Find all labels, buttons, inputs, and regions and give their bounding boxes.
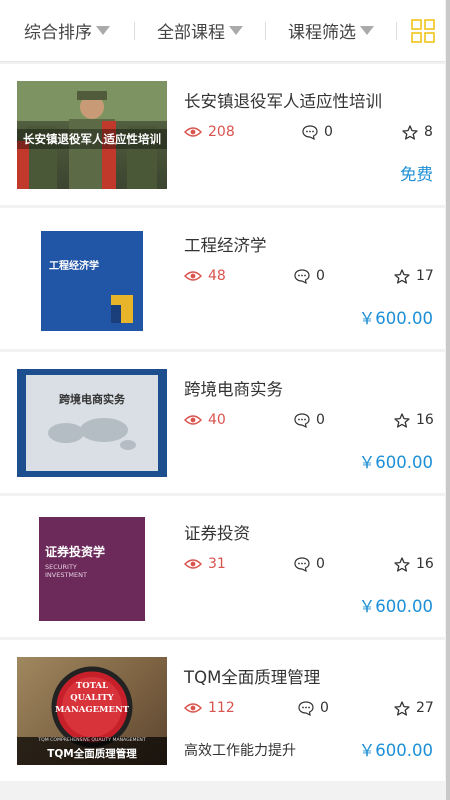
- book-cover: 证券投资学 SECURITY INVESTMENT: [39, 517, 145, 621]
- eye-icon: [184, 415, 202, 425]
- view-count-value: 31: [208, 556, 226, 572]
- eye-icon: [184, 127, 202, 137]
- star-icon: [394, 268, 410, 284]
- comment-count: 0: [298, 700, 329, 716]
- course-thumbnail: 跨境电商实务: [17, 369, 167, 477]
- course-card[interactable]: 长安镇退役军人适应性培训 长安镇退役军人适应性培训 208 0 8 免费: [0, 64, 445, 205]
- world-map-graphic: [48, 418, 136, 450]
- course-price: ￥600.00: [358, 309, 433, 328]
- course-thumbnail: 长安镇退役军人适应性培训: [17, 81, 167, 189]
- book-cover-title: 证券投资学: [45, 545, 106, 559]
- course-title: 证券投资: [184, 524, 250, 543]
- scrollbar-thumb[interactable]: [446, 0, 450, 800]
- course-subtitle: 高效工作能力提升: [184, 743, 296, 759]
- thumb-text-total: TOTAL: [75, 681, 109, 691]
- view-count: 208: [184, 124, 235, 140]
- thumbnail-caption: 长安镇退役军人适应性培训: [23, 132, 161, 146]
- chevron-down-icon: [360, 26, 374, 35]
- chevron-down-icon: [229, 26, 243, 35]
- scrollbar[interactable]: [446, 0, 450, 800]
- star-icon: [394, 412, 410, 428]
- comment-icon: [294, 412, 310, 428]
- course-filter-label: 课程筛选: [288, 23, 356, 43]
- course-card[interactable]: TOTAL QUALITY MANAGEMENT TQM COMPREHENSI…: [0, 640, 445, 781]
- course-thumbnail: 工程经济学: [17, 225, 167, 333]
- thumb-text-quality: QUALITY: [70, 693, 114, 703]
- comment-count-value: 0: [324, 124, 333, 140]
- comment-count-value: 0: [316, 268, 325, 284]
- grid-view-button[interactable]: [403, 11, 443, 51]
- view-count-value: 40: [208, 412, 226, 428]
- comment-icon: [294, 268, 310, 284]
- star-count-value: 16: [416, 556, 434, 572]
- comment-icon: [298, 700, 314, 716]
- course-card[interactable]: 跨境电商实务 跨境电商实务 40 0 16 ￥600.00: [0, 352, 445, 493]
- course-title: 工程经济学: [184, 236, 267, 255]
- star-count: 27: [394, 700, 434, 716]
- star-count: 17: [394, 268, 434, 284]
- course-title: 跨境电商实务: [184, 380, 283, 399]
- course-card[interactable]: 工程经济学 工程经济学 48 0 17 ￥600.00: [0, 208, 445, 349]
- course-title: TQM全面质理管理: [184, 668, 321, 687]
- filter-bar: 综合排序 全部课程 课程筛选: [0, 0, 445, 62]
- star-icon: [394, 556, 410, 572]
- chevron-down-icon: [96, 26, 110, 35]
- course-price: 免费: [400, 165, 433, 184]
- book-cover: 跨境电商实务: [26, 375, 158, 471]
- course-price: ￥600.00: [358, 741, 433, 760]
- thumb-text-management: MANAGEMENT: [54, 705, 130, 715]
- book-cover-subtitle: SECURITY INVESTMENT: [45, 563, 87, 580]
- divider: [396, 21, 397, 40]
- view-count: 48: [184, 268, 226, 284]
- category-filter[interactable]: 全部课程: [135, 0, 265, 62]
- comment-icon: [302, 124, 318, 140]
- comment-count: 0: [294, 412, 325, 428]
- comment-count-value: 0: [316, 556, 325, 572]
- category-filter-label: 全部课程: [157, 23, 225, 43]
- course-price: ￥600.00: [358, 597, 433, 616]
- view-count-value: 208: [208, 124, 235, 140]
- eye-icon: [184, 271, 202, 281]
- comment-count: 0: [294, 268, 325, 284]
- course-filter[interactable]: 课程筛选: [266, 0, 396, 62]
- star-icon: [394, 700, 410, 716]
- view-count: 112: [184, 700, 235, 716]
- star-count: 16: [394, 556, 434, 572]
- view-count: 40: [184, 412, 226, 428]
- thumb-text-english: TQM COMPREHENSIVE QUALITY MANAGEMENT: [38, 738, 146, 743]
- sort-filter-label: 综合排序: [24, 23, 92, 43]
- course-card[interactable]: 证券投资学 SECURITY INVESTMENT 证券投资 31 0 16 ￥…: [0, 496, 445, 637]
- course-thumbnail: 证券投资学 SECURITY INVESTMENT: [17, 513, 167, 621]
- star-count: 16: [394, 412, 434, 428]
- comment-count: 0: [302, 124, 333, 140]
- book-cover-title: 工程经济学: [49, 261, 99, 272]
- course-thumbnail: TOTAL QUALITY MANAGEMENT TQM COMPREHENSI…: [17, 657, 167, 765]
- comment-icon: [294, 556, 310, 572]
- sort-filter[interactable]: 综合排序: [0, 0, 134, 62]
- course-title: 长安镇退役军人适应性培训: [184, 92, 382, 111]
- eye-icon: [184, 559, 202, 569]
- book-cover: 工程经济学: [41, 231, 143, 331]
- eye-icon: [184, 703, 202, 713]
- course-price: ￥600.00: [358, 453, 433, 472]
- star-count-value: 27: [416, 700, 434, 716]
- comment-count-value: 0: [320, 700, 329, 716]
- thumbnail-caption: TQM全面质理管理: [47, 748, 137, 760]
- view-count-value: 112: [208, 700, 235, 716]
- comment-count: 0: [294, 556, 325, 572]
- view-count: 31: [184, 556, 226, 572]
- star-count: 8: [402, 124, 433, 140]
- star-count-value: 8: [424, 124, 433, 140]
- star-icon: [402, 124, 418, 140]
- view-count-value: 48: [208, 268, 226, 284]
- comment-count-value: 0: [316, 412, 325, 428]
- star-count-value: 16: [416, 412, 434, 428]
- star-count-value: 17: [416, 268, 434, 284]
- course-list: 长安镇退役军人适应性培训 长安镇退役军人适应性培训 208 0 8 免费 工程经…: [0, 64, 445, 784]
- grid-view-icon: [411, 18, 435, 43]
